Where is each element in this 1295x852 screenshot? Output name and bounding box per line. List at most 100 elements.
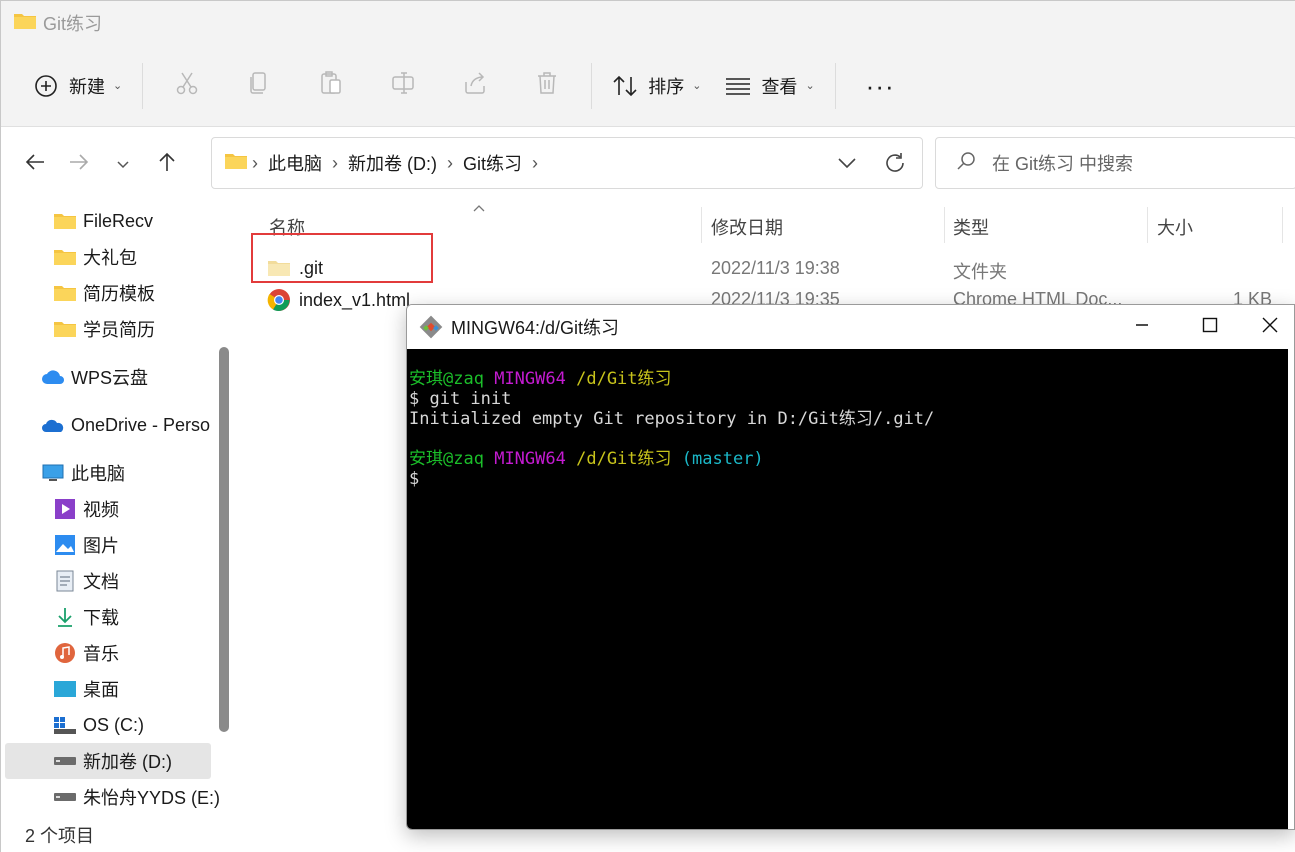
terminal-output[interactable]: 安琪@zaq MINGW64 /d/Git练习 $ git init Initi… — [407, 349, 1290, 829]
paste-button[interactable] — [295, 64, 367, 108]
sort-ascending-icon — [473, 201, 485, 215]
command-line: $ git init — [409, 389, 512, 409]
breadcrumb-git-folder[interactable]: Git练习 — [463, 150, 522, 176]
close-icon — [1261, 316, 1279, 339]
sidebar-item-videos[interactable]: 视频 — [53, 492, 119, 526]
folder-icon — [13, 11, 37, 36]
new-label: 新建 — [69, 76, 105, 97]
prompt-user: 安琪@zaq — [409, 369, 484, 389]
close-button[interactable] — [1245, 305, 1294, 349]
divider — [142, 62, 144, 109]
sidebar-item-documents[interactable]: 文档 — [53, 564, 119, 598]
sidebar-item-label: 桌面 — [83, 680, 119, 700]
download-icon — [53, 606, 77, 628]
column-header-modified[interactable]: 修改日期 — [711, 211, 783, 243]
view-button[interactable]: 查看 ⌄ — [713, 64, 826, 108]
maximize-button[interactable] — [1175, 305, 1245, 349]
column-divider[interactable] — [701, 207, 702, 243]
sidebar-item-filerecv[interactable]: FileRecv — [53, 204, 153, 238]
sidebar-item-pictures[interactable]: 图片 — [53, 528, 119, 562]
sidebar-scrollbar[interactable] — [219, 347, 229, 732]
rename-icon — [390, 70, 416, 101]
sidebar-item-student-resumes[interactable]: 学员简历 — [53, 312, 155, 346]
breadcrumb-this-pc[interactable]: 此电脑 — [268, 150, 322, 176]
forward-button[interactable] — [57, 142, 101, 186]
drive-c-icon — [53, 714, 77, 736]
breadcrumb-drive-d[interactable]: 新加卷 (D:) — [348, 150, 437, 176]
drive-icon — [53, 786, 77, 808]
column-divider[interactable] — [944, 207, 945, 243]
sidebar-item-wps-cloud[interactable]: WPS云盘 — [41, 360, 148, 394]
divider — [834, 62, 836, 109]
cloud-icon — [41, 366, 65, 388]
navigation-bar: › 此电脑 › 新加卷 (D:) › Git练习 › 在 Git练习 中搜索 — [1, 127, 1295, 201]
music-icon — [53, 642, 77, 664]
prompt-line: 安琪@zaq MINGW64 /d/Git练习 — [409, 369, 1290, 389]
sidebar-item-label: FileRecv — [83, 210, 154, 231]
sidebar-item-this-pc[interactable]: 此电脑 — [41, 456, 125, 490]
command-bar: 新建 ⌄ 排序 ⌄ 查看 ⌄ ··· — [1, 45, 1295, 127]
file-modified: 2022/11/3 19:38 — [711, 258, 840, 278]
back-button[interactable] — [13, 142, 57, 186]
sidebar-item-drive-d[interactable]: 新加卷 (D:) — [53, 744, 172, 778]
rename-button[interactable] — [367, 64, 439, 108]
prompt-path: /d/Git练习 — [576, 369, 672, 389]
sidebar-item-label: 下载 — [83, 608, 119, 628]
terminal-window[interactable]: MINGW64:/d/Git练习 安琪@zaq MINGW64 /d/Git练习… — [406, 304, 1295, 830]
desktop-icon — [53, 678, 77, 700]
folder-icon — [53, 282, 77, 304]
sidebar-item-label: WPS云盘 — [71, 368, 149, 388]
folder-icon — [53, 318, 77, 340]
sidebar-item-gift[interactable]: 大礼包 — [53, 240, 137, 274]
sidebar-item-label: 简历模板 — [83, 284, 155, 304]
sidebar-item-drive-e[interactable]: 朱怡舟YYDS (E:) — [53, 780, 220, 814]
arrow-up-icon — [156, 151, 178, 178]
picture-icon — [53, 534, 77, 556]
document-icon — [53, 570, 77, 592]
sidebar-item-drive-c[interactable]: OS (C:) — [53, 708, 144, 742]
search-input[interactable]: 在 Git练习 中搜索 — [992, 150, 1133, 176]
share-button[interactable] — [439, 64, 511, 108]
column-divider[interactable] — [1282, 207, 1283, 243]
share-icon — [462, 70, 488, 101]
sidebar-item-music[interactable]: 音乐 — [53, 636, 119, 670]
cut-button[interactable] — [151, 64, 223, 108]
more-options-button[interactable]: ··· — [844, 73, 917, 99]
divider — [591, 62, 593, 109]
column-divider[interactable] — [1147, 207, 1148, 243]
sort-label: 排序 — [648, 76, 685, 97]
new-button[interactable]: 新建 ⌄ — [21, 64, 134, 108]
sort-icon — [612, 73, 638, 99]
file-name: index_v1.html — [299, 289, 411, 310]
folder-icon — [53, 210, 77, 232]
address-dropdown-icon[interactable] — [834, 150, 860, 176]
sort-button[interactable]: 排序 ⌄ — [600, 64, 713, 108]
copy-button[interactable] — [223, 64, 295, 108]
file-row-index[interactable]: index_v1.html — [267, 285, 410, 315]
column-header-type[interactable]: 类型 — [953, 211, 989, 243]
title-bar: Git练习 — [1, 1, 1295, 45]
chevron-right-icon: › — [532, 152, 539, 173]
column-header-size[interactable]: 大小 — [1157, 211, 1193, 243]
command-line[interactable]: $ — [409, 469, 1290, 489]
minimize-button[interactable] — [1107, 305, 1177, 349]
drive-icon — [53, 750, 77, 772]
sidebar-item-downloads[interactable]: 下载 — [53, 600, 119, 634]
search-box[interactable]: 在 Git练习 中搜索 — [935, 137, 1295, 189]
terminal-scrollbar[interactable] — [1288, 349, 1294, 829]
chevron-right-icon: › — [447, 152, 453, 173]
address-bar[interactable]: › 此电脑 › 新加卷 (D:) › Git练习 › — [211, 137, 923, 189]
onedrive-icon — [41, 414, 65, 436]
terminal-title-bar[interactable]: MINGW64:/d/Git练习 — [407, 305, 1294, 349]
refresh-icon[interactable] — [882, 150, 908, 176]
up-button[interactable] — [145, 142, 189, 186]
delete-button[interactable] — [511, 64, 583, 108]
prompt-path: /d/Git练习 — [576, 449, 672, 469]
sidebar-item-onedrive[interactable]: OneDrive - Perso — [41, 408, 210, 442]
plus-circle-icon — [33, 73, 59, 99]
sidebar-item-desktop[interactable]: 桌面 — [53, 672, 119, 706]
recent-locations-button[interactable] — [101, 142, 145, 186]
sidebar-item-label: 学员简历 — [83, 320, 155, 340]
paste-icon — [318, 70, 344, 101]
sidebar-item-resume-templates[interactable]: 简历模板 — [53, 276, 155, 310]
